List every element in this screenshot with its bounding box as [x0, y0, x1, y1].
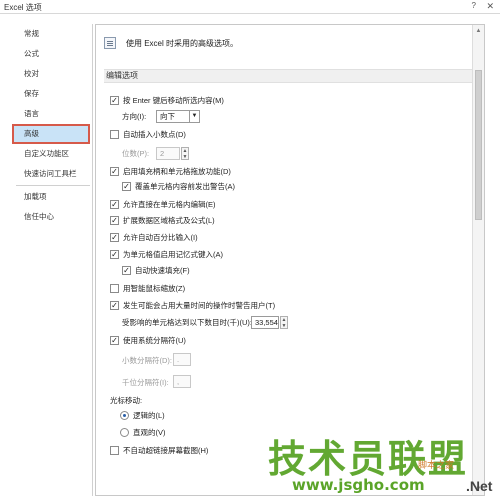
- option-label: 按 Enter 键后移动所选内容(M): [123, 96, 224, 105]
- cells-threshold-value: 33,554: [255, 318, 278, 327]
- scroll-up-icon[interactable]: ▲: [473, 25, 484, 37]
- option-label: 覆盖单元格内容前发出警告(A): [135, 182, 235, 191]
- option-label: 允许直接在单元格内编辑(E): [123, 200, 216, 209]
- checkbox-checked-icon[interactable]: ✓: [110, 167, 119, 176]
- option-label: 不自动超链接屏幕截图(H): [123, 446, 209, 455]
- sidebar-border: [92, 24, 93, 496]
- cursor-movement-label: 光标移动:: [110, 395, 142, 407]
- checkbox-checked-icon[interactable]: ✓: [110, 250, 119, 259]
- checkbox-checked-icon[interactable]: ✓: [110, 336, 119, 345]
- direction-value: 向下: [160, 112, 175, 121]
- close-icon[interactable]: ✕: [486, 1, 494, 12]
- checkbox-checked-icon[interactable]: ✓: [110, 200, 119, 209]
- checkbox-checked-icon[interactable]: ✓: [110, 233, 119, 242]
- radio-selected-icon[interactable]: [120, 411, 129, 420]
- direction-label: 方向(I):: [122, 112, 147, 121]
- scroll-thumb[interactable]: [475, 70, 482, 220]
- chevron-down-icon[interactable]: ▼: [189, 111, 199, 122]
- options-sidebar: 常规 公式 校对 保存 语言 高级 自定义功能区 快速访问工具栏 加载项 信任中…: [12, 24, 90, 498]
- watermark-url: www.jsgho.com: [292, 476, 425, 494]
- options-page-icon: [104, 37, 116, 49]
- checkbox-checked-icon[interactable]: ✓: [110, 216, 119, 225]
- checkbox-checked-icon[interactable]: ✓: [110, 96, 119, 105]
- decimal-separator-value: .: [177, 355, 180, 364]
- direction-dropdown[interactable]: 向下 ▼: [156, 110, 200, 123]
- sidebar-item-customize-ribbon[interactable]: 自定义功能区: [12, 144, 90, 164]
- places-spinner[interactable]: ▲ ▼: [181, 147, 189, 160]
- option-label: 直观的(V): [133, 428, 166, 437]
- direction-row: 方向(I):: [122, 111, 146, 123]
- sidebar-item-add-ins[interactable]: 加载项: [12, 187, 90, 207]
- option-label: 扩展数据区域格式及公式(L): [123, 216, 215, 225]
- sidebar-item-trust-center[interactable]: 信任中心: [12, 207, 90, 227]
- option-label: 自动快速填充(F): [135, 266, 190, 275]
- cursor-movement-text: 光标移动:: [110, 396, 143, 405]
- option-label: 允许自动百分比输入(I): [123, 233, 198, 242]
- cells-threshold-row: 受影响的单元格达到以下数目时(千)(U):: [122, 317, 252, 329]
- section-editing-options: 编辑选项: [104, 69, 474, 83]
- radio-unselected-icon[interactable]: [120, 428, 129, 437]
- checkbox-unchecked-icon[interactable]: [110, 446, 119, 455]
- watermark-small-text: 脚本之家: [418, 460, 455, 470]
- option-label: 启用填充柄和单元格拖放功能(D): [123, 167, 231, 176]
- checkbox-checked-icon[interactable]: ✓: [110, 301, 119, 310]
- places-label: 位数(P):: [122, 149, 150, 158]
- watermark-brand: 技术员联盟: [268, 437, 469, 481]
- thousands-separator-label: 千位分隔符(I):: [122, 378, 169, 387]
- option-label: 使用系统分隔符(U): [123, 336, 186, 345]
- option-label: 用智能鼠标缩放(Z): [123, 284, 186, 293]
- advanced-options-panel: 使用 Excel 时采用的高级选项。 编辑选项 ✓ 按 Enter 键后移动所选…: [95, 24, 485, 496]
- option-label: 为单元格值启用记忆式键入(A): [123, 250, 223, 259]
- decimal-separator-input[interactable]: .: [173, 353, 191, 366]
- thousands-separator-row: 千位分隔符(I):: [122, 377, 169, 389]
- title-bar: Excel 选项 ? ✕: [0, 0, 500, 14]
- places-value: 2: [160, 149, 165, 158]
- cells-threshold-label: 受影响的单元格达到以下数目时(千)(U):: [122, 318, 252, 327]
- places-input[interactable]: 2: [156, 147, 180, 160]
- sidebar-item-formulas[interactable]: 公式: [12, 44, 90, 64]
- thousands-separator-input[interactable]: ,: [173, 375, 191, 388]
- sidebar-item-advanced[interactable]: 高级: [12, 124, 90, 144]
- sidebar-item-quick-access-toolbar[interactable]: 快速访问工具栏: [12, 164, 90, 184]
- decimal-separator-label: 小数分隔符(D):: [122, 356, 172, 365]
- cells-threshold-spinner[interactable]: ▲ ▼: [280, 316, 288, 329]
- checkbox-unchecked-icon[interactable]: [110, 284, 119, 293]
- option-label: 发生可能会占用大量时间的操作时警告用户(T): [123, 301, 276, 310]
- help-icon[interactable]: ?: [472, 1, 476, 10]
- sidebar-divider: [16, 185, 90, 186]
- option-label: 逻辑的(L): [133, 411, 165, 420]
- cells-threshold-input[interactable]: 33,554: [251, 316, 279, 329]
- vertical-scrollbar[interactable]: ▲ ▼: [472, 25, 484, 495]
- option-label: 自动插入小数点(D): [123, 130, 186, 139]
- checkbox-unchecked-icon[interactable]: [110, 130, 119, 139]
- window-title: Excel 选项: [4, 3, 42, 12]
- sidebar-item-general[interactable]: 常规: [12, 24, 90, 44]
- checkbox-checked-icon[interactable]: ✓: [122, 266, 131, 275]
- sidebar-item-proofing[interactable]: 校对: [12, 64, 90, 84]
- decimal-separator-row: 小数分隔符(D):: [122, 355, 172, 367]
- places-row: 位数(P):: [122, 148, 149, 160]
- watermark-net: .Net: [466, 478, 493, 494]
- sidebar-item-save[interactable]: 保存: [12, 84, 90, 104]
- checkbox-checked-icon[interactable]: ✓: [122, 182, 131, 191]
- panel-header-text: 使用 Excel 时采用的高级选项。: [126, 39, 239, 48]
- sidebar-item-language[interactable]: 语言: [12, 104, 90, 124]
- thousands-separator-value: ,: [177, 377, 180, 386]
